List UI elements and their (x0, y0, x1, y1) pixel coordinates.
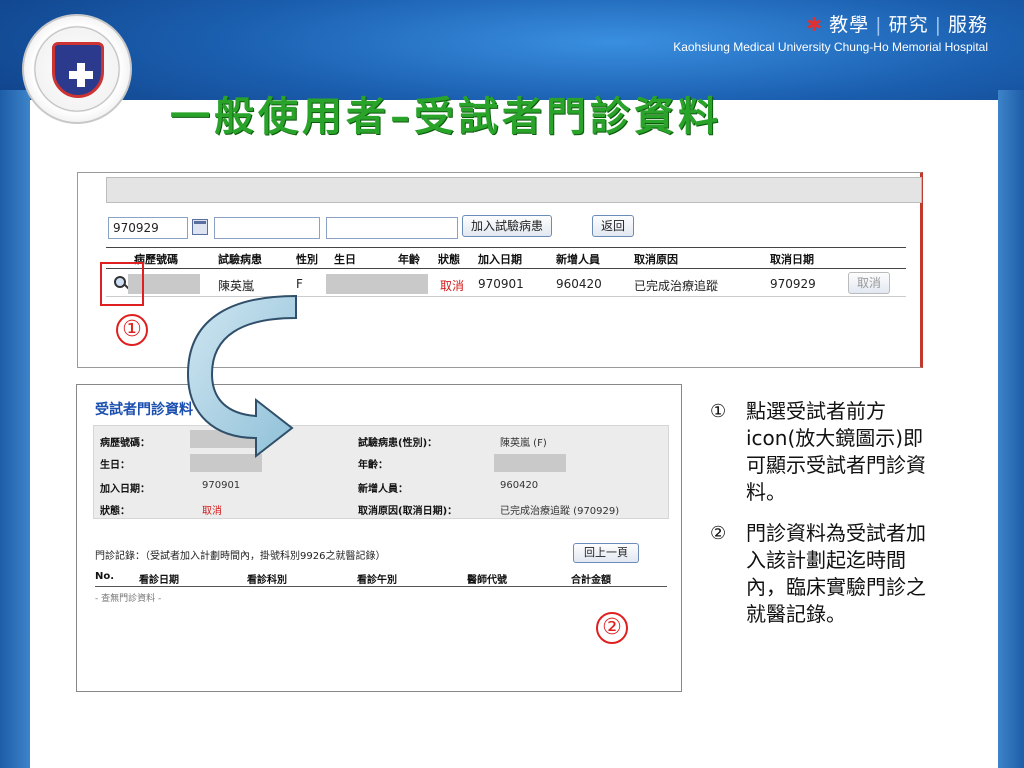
panel-title: 受試者門診資料 (95, 402, 193, 418)
highlight-box (100, 262, 144, 306)
notes-list: ① 點選受試者前方icon(放大鏡圖示)即可顯示受試者門診資料。 ② 門診資料為… (710, 398, 940, 642)
calendar-icon[interactable] (192, 219, 208, 235)
visit-records-title: 門診記錄：（受試者加入計劃時間內，掛號科別9926之就醫記錄） (95, 551, 386, 562)
search-input-1[interactable] (214, 217, 320, 239)
hospital-motto: ✱ 教學 | 研究 | 服務 (806, 14, 988, 36)
marker-2: ② (596, 612, 628, 644)
back-button[interactable]: 返回 (592, 215, 635, 237)
right-side-bar (998, 90, 1024, 768)
date-input[interactable]: 970929 (108, 217, 188, 239)
visit-table-header: No. 看診日期 看診科別 看診午別 醫師代號 合計金額 (95, 569, 667, 587)
marker-1: ① (116, 314, 148, 346)
note-item: ② 門診資料為受試者加入該計劃起迄時間內，臨床實驗門診之就醫記錄。 (710, 521, 926, 626)
page-title: 一般使用者–受試者門診資料 (170, 93, 722, 140)
logo-shield-icon (52, 42, 104, 98)
left-side-bar (0, 90, 30, 768)
star-icon: ✱ (806, 14, 824, 36)
table-header: 病歷號碼 試驗病患 性別 生日 年齡 狀態 加入日期 新增人員 取消原因 取消日… (106, 247, 906, 269)
add-patient-button[interactable]: 加入試驗病患 (462, 215, 553, 237)
university-logo (22, 14, 132, 124)
redacted-age (494, 454, 566, 472)
visit-records-panel: 受試者門診資料 病歷號碼： 試驗病患(性別)： 陳英嵐 (F) 生日： 年齡： … (76, 384, 682, 692)
panel-toolbar (106, 177, 922, 203)
curved-arrow-icon (186, 294, 297, 459)
previous-page-button[interactable]: 回上一頁 (573, 543, 639, 563)
search-input-2[interactable] (326, 217, 458, 239)
no-data-message: - 查無門診資料 - (95, 594, 162, 604)
redacted-birthday (326, 274, 428, 294)
note-item: ① 點選受試者前方icon(放大鏡圖示)即可顯示受試者門診資料。 (710, 399, 926, 504)
cancel-button[interactable]: 取消 (848, 272, 891, 294)
hospital-english-name: Kaohsiung Medical University Chung-Ho Me… (673, 40, 988, 54)
